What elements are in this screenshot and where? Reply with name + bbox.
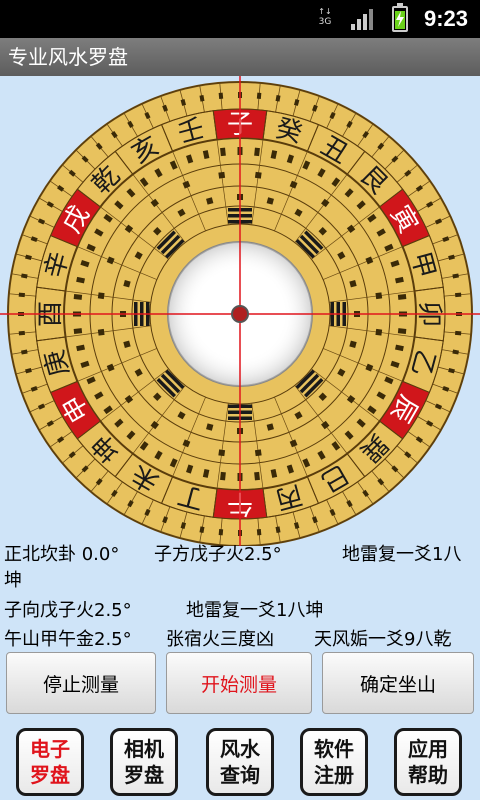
tab-label-line2: 罗盘 (124, 763, 164, 787)
confirm-sitting-button[interactable]: 确定坐山 (322, 652, 474, 714)
compass-area: 子癸丑艮寅甲卯乙辰巽巳丙午丁未坤申庚酉辛戌乾亥壬 (0, 76, 480, 547)
network-label: 3G (318, 17, 332, 27)
stop-measure-button[interactable]: 停止测量 (6, 652, 156, 714)
tab-app-help[interactable]: 应用 帮助 (394, 728, 462, 796)
tab-label-line2: 注册 (314, 763, 354, 787)
tab-label-line1: 相机 (124, 737, 164, 761)
tab-label-line2: 查询 (220, 763, 260, 787)
tab-electronic-compass[interactable]: 电子 罗盘 (16, 728, 84, 796)
start-measure-button[interactable]: 开始测量 (166, 652, 312, 714)
status-bar: ↑↓ 3G 9:23 (0, 0, 480, 38)
tab-label-line1: 电子 (30, 737, 70, 761)
tab-camera-compass[interactable]: 相机 罗盘 (110, 728, 178, 796)
reading-hexagram: 地雷复一爻1八 (342, 544, 462, 565)
compass-pivot (231, 305, 249, 323)
compass-dial[interactable]: 子癸丑艮寅甲卯乙辰巽巳丙午丁未坤申庚酉辛戌乾亥壬 (0, 76, 480, 547)
reading-sitting-hexagram: 天风姤一爻9八乾 (314, 629, 452, 650)
tab-label-line2: 罗盘 (30, 763, 70, 787)
tab-label-line1: 软件 (314, 737, 354, 761)
reading-facing-hexagram: 地雷复一爻1八坤 (186, 600, 324, 621)
reading-direction: 正北坎卦 0.0° (4, 544, 120, 565)
tab-label-line1: 应用 (408, 737, 448, 761)
app-title: 专业风水罗盘 (8, 45, 128, 69)
tab-software-register[interactable]: 软件 注册 (300, 728, 368, 796)
tab-fengshui-query[interactable]: 风水 查询 (206, 728, 274, 796)
tab-label-line1: 风水 (220, 737, 260, 761)
network-3g-icon: ↑↓ 3G (314, 6, 336, 32)
reading-mountain: 子方戊子火2.5° (154, 544, 282, 565)
reading-sitting: 午山甲午金2.5° (4, 629, 132, 650)
battery-icon (392, 3, 408, 32)
reading-facing: 子向戊子火2.5° (4, 600, 132, 621)
tab-label-line2: 帮助 (408, 763, 448, 787)
clock: 9:23 (423, 6, 468, 31)
reading-hexagram-wrap: 坤 (4, 570, 22, 591)
signal-strength-icon (351, 9, 373, 30)
reading-lunar-mansion: 张宿火三度凶 (166, 629, 274, 650)
app-title-bar: 专业风水罗盘 (0, 38, 480, 76)
